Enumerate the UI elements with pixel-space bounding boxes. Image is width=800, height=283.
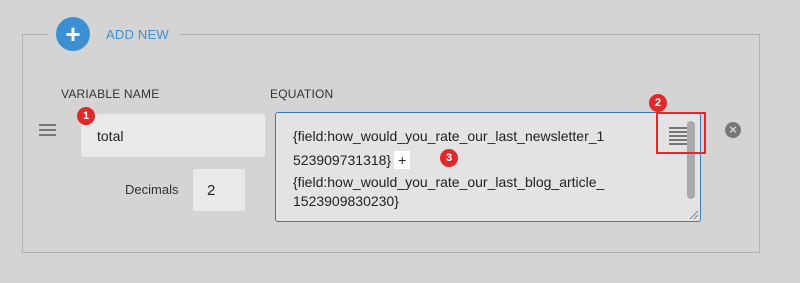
callout-badge-1: 1 xyxy=(77,107,95,125)
callout-badge-3: 3 xyxy=(440,149,458,167)
resize-handle-icon[interactable] xyxy=(689,210,698,219)
equation-line-1: {field:how_would_you_rate_our_last_newsl… xyxy=(293,128,605,144)
drag-handle-icon[interactable] xyxy=(39,124,56,139)
decimals-label: Decimals xyxy=(125,182,179,197)
callout-highlight-box xyxy=(656,112,706,154)
equation-line-3: {field:how_would_you_rate_our_last_blog_… xyxy=(293,174,605,190)
add-new-legend: + ADD NEW xyxy=(48,16,179,52)
variable-name-input[interactable]: total xyxy=(81,114,265,157)
equation-line-4: 1523909830230} xyxy=(293,193,399,209)
decimals-input[interactable]: 2 xyxy=(193,169,245,211)
equation-line-2: 523909731318} + xyxy=(293,151,411,169)
equation-header: EQUATION xyxy=(270,87,334,101)
plus-icon[interactable]: + xyxy=(56,17,90,51)
variable-name-header: VARIABLE NAME xyxy=(61,87,160,101)
equation-textarea[interactable]: {field:how_would_you_rate_our_last_newsl… xyxy=(275,112,701,222)
remove-circle-icon[interactable]: × xyxy=(725,122,741,138)
equation-line-2-text: 523909731318} xyxy=(293,152,392,168)
add-new-link[interactable]: ADD NEW xyxy=(106,27,169,42)
operator-chip: + xyxy=(394,151,411,169)
callout-badge-2: 2 xyxy=(649,94,667,112)
